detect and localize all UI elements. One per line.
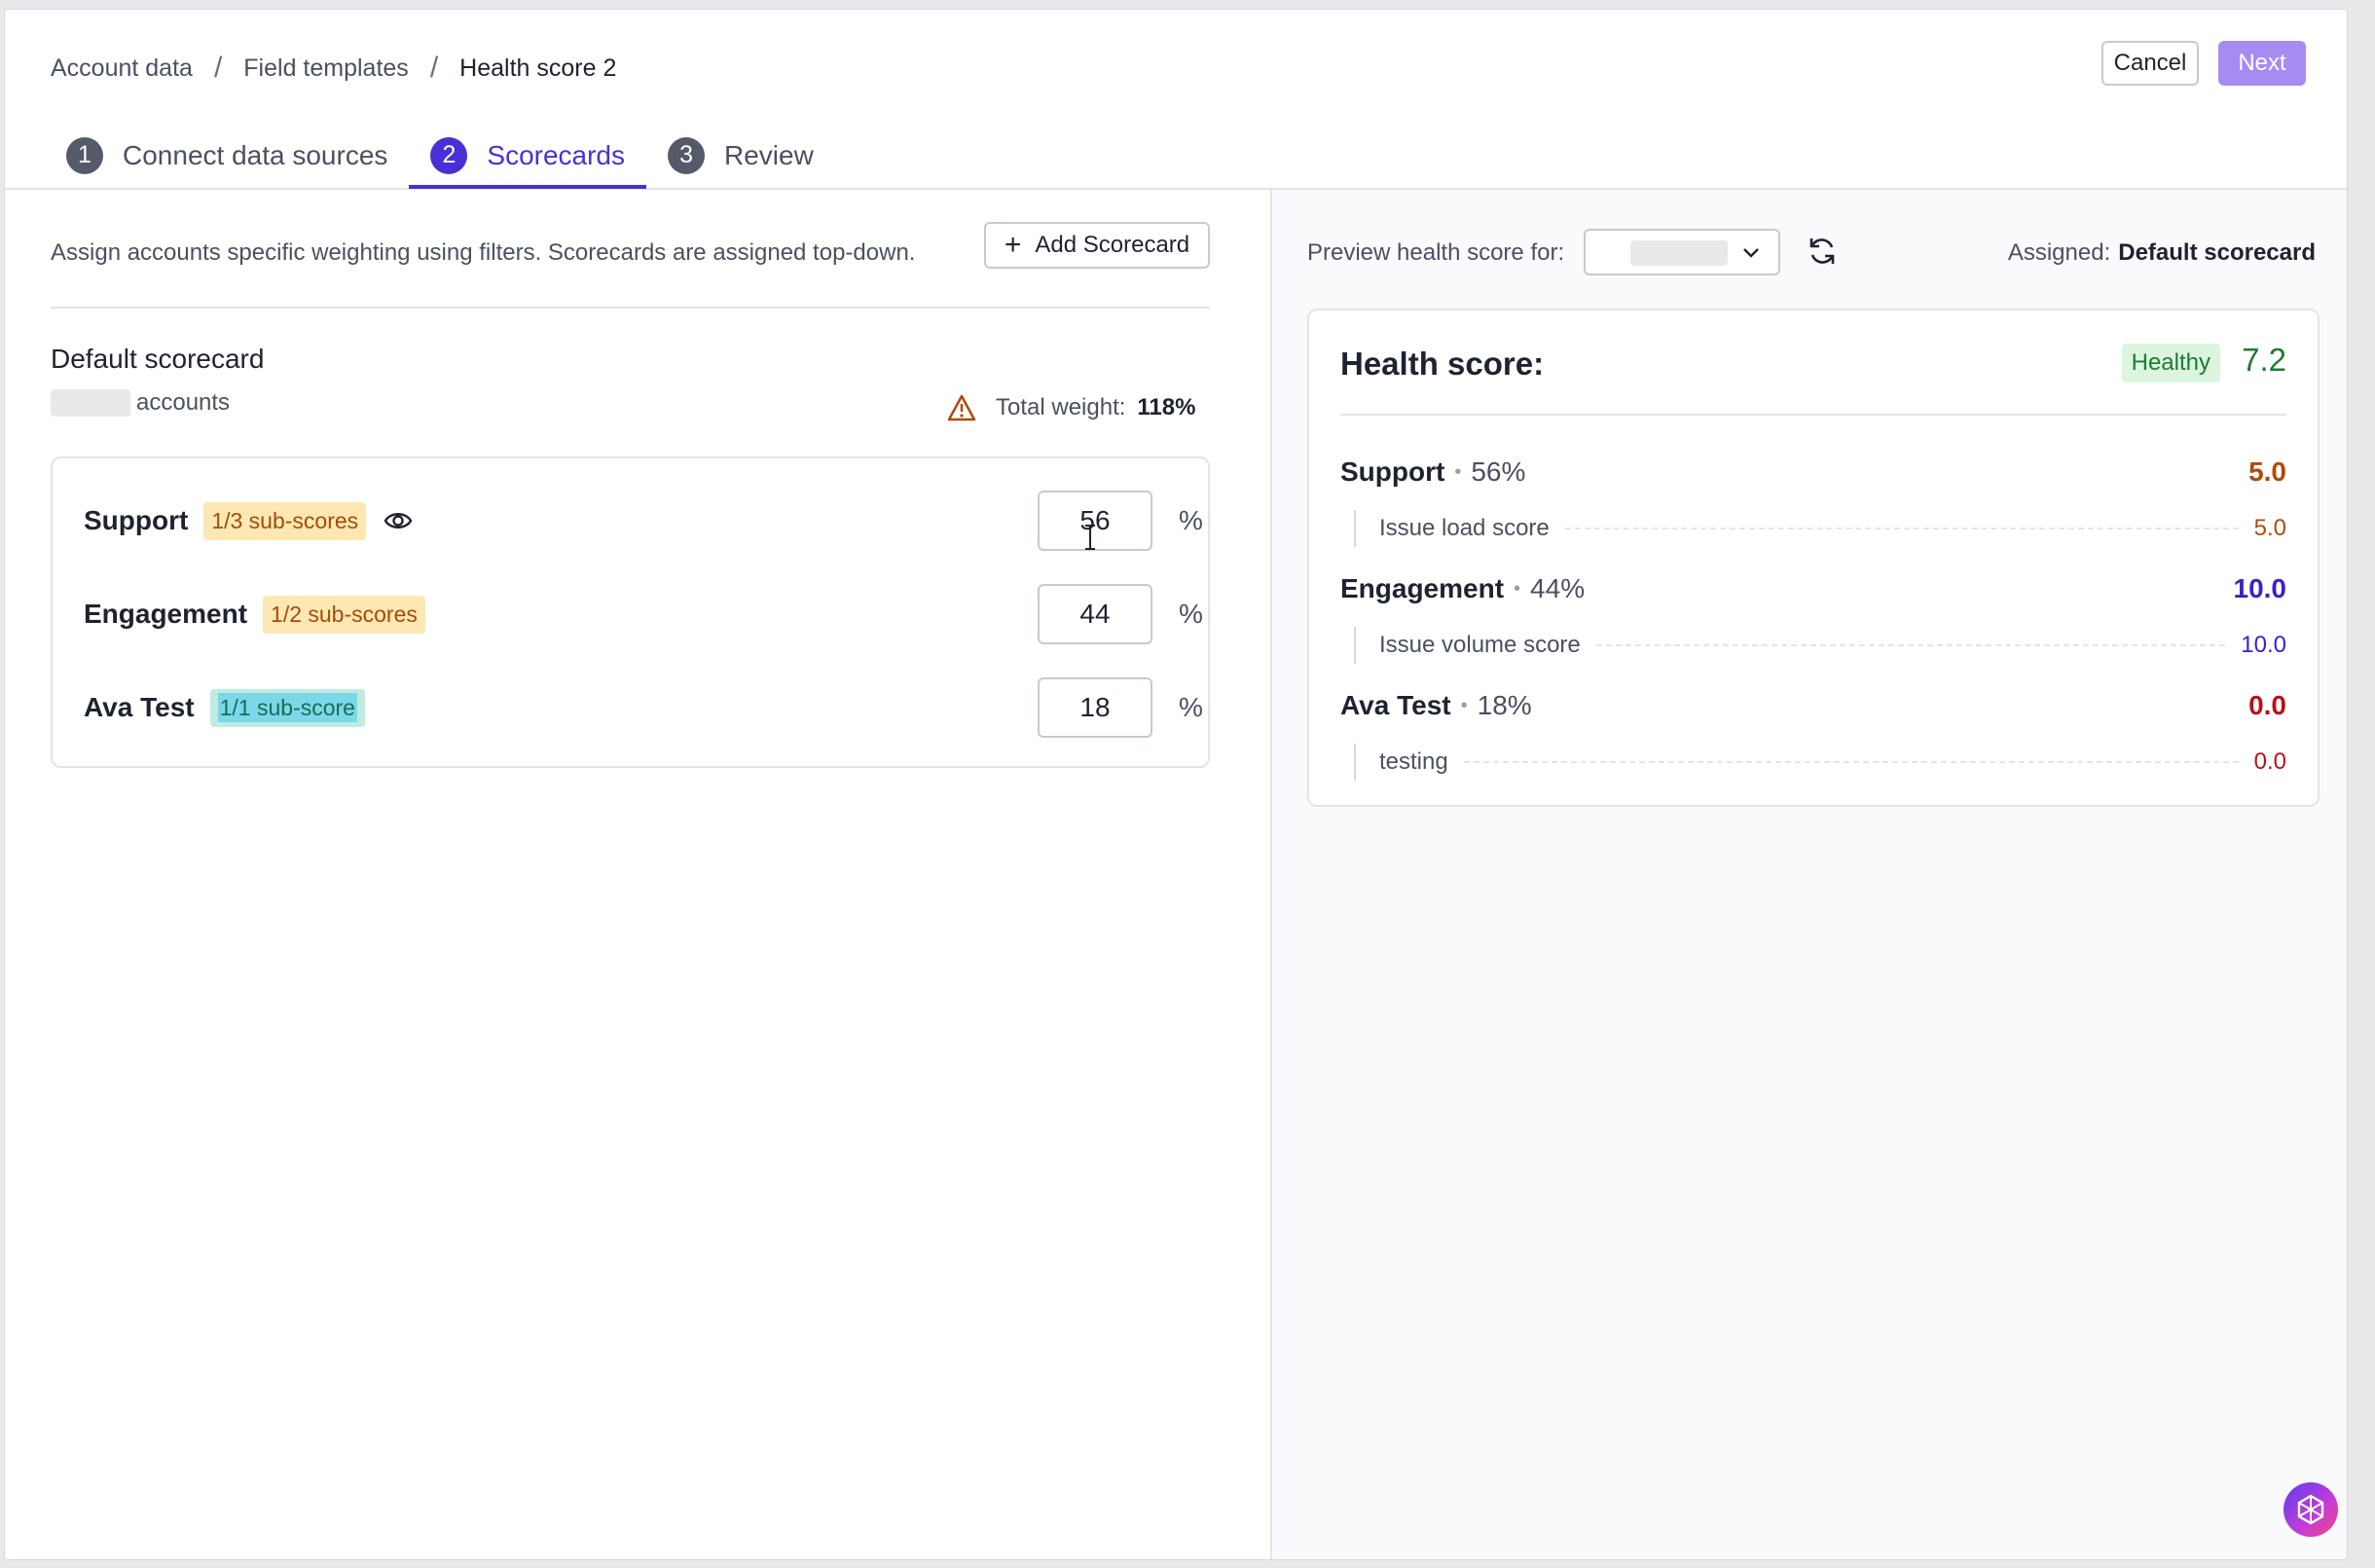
category-weight: 56% (1471, 456, 1526, 487)
sub-score-value: 10.0 (2241, 632, 2286, 658)
app-window: Account data / Field templates / Health … (4, 9, 2348, 1560)
sub-score-name: Issue volume score (1379, 632, 1581, 658)
category-name: Support (1340, 456, 1445, 487)
percent-sign: % (1179, 505, 1203, 535)
weight-row-support: Support 1/3 sub-scores 56 % (84, 490, 1203, 552)
total-weight-label: Total weight: (996, 394, 1126, 420)
sub-score-row: testing 0.0 (1340, 743, 2286, 782)
breadcrumb-separator: / (429, 52, 439, 84)
add-scorecard-button[interactable]: + Add Scorecard (984, 222, 1210, 269)
indent-bar (1354, 510, 1356, 547)
category-weight: 44% (1530, 573, 1586, 603)
breadcrumb-separator: / (213, 52, 223, 84)
assign-description: Assign accounts specific weighting using… (51, 239, 916, 266)
assigned-label: Assigned: (2007, 239, 2111, 266)
category-score: 5.0 (2248, 456, 2286, 487)
assistant-button[interactable] (2284, 1482, 2338, 1537)
breadcrumb-current: Health score 2 (459, 54, 617, 82)
preview-panel: Preview health score for: Assigned: Defau… (1272, 190, 2347, 1559)
sub-score-value: 5.0 (2253, 515, 2286, 541)
tab-label: Connect data sources (123, 139, 388, 170)
warning-icon (947, 394, 976, 421)
category-name: Ava Test (1340, 690, 1451, 720)
breadcrumb: Account data / Field templates / Health … (51, 52, 616, 85)
divider (1340, 414, 2286, 416)
cancel-button[interactable]: Cancel (2101, 41, 2199, 86)
eye-icon[interactable] (384, 506, 413, 535)
category-row-support: Support • 56% 5.0 (1340, 453, 2286, 492)
weight-row-engagement: Engagement 1/2 sub-scores 44 % (84, 583, 1203, 645)
step-tabs: 1 Connect data sources 2 Scorecards 3 Re… (44, 125, 835, 189)
total-weight: Total weight: 118% (947, 394, 1195, 421)
category-row-ava-test: Ava Test • 18% 0.0 (1340, 686, 2286, 725)
breadcrumb-field-templates[interactable]: Field templates (243, 55, 409, 83)
breadcrumb-account-data[interactable]: Account data (51, 55, 193, 83)
scorecard-accounts: accounts (51, 389, 230, 417)
dot-separator: • (1514, 577, 1521, 600)
percent-sign: % (1179, 599, 1203, 629)
tab-label: Review (724, 139, 814, 170)
tab-scorecards[interactable]: 2 Scorecards (409, 125, 646, 189)
dashed-leader (1595, 644, 2226, 646)
category-weight: 18% (1477, 690, 1532, 720)
weights-card: Support 1/3 sub-scores 56 % Engagement 1… (51, 456, 1210, 768)
assigned-scorecard: Assigned: Default scorecard (2008, 239, 2316, 267)
dashed-leader (1463, 761, 2239, 763)
category-row-engagement: Engagement • 44% 10.0 (1340, 569, 2286, 608)
redacted-count (51, 389, 130, 417)
scorecard-title: Default scorecard (51, 344, 265, 374)
dashed-leader (1564, 528, 2239, 529)
sub-score-row: Issue load score 5.0 (1340, 509, 2286, 548)
plus-icon: + (1004, 229, 1022, 261)
refresh-icon[interactable] (1806, 235, 1839, 268)
step-number: 2 (430, 136, 468, 174)
account-select[interactable] (1584, 229, 1780, 275)
dot-separator: • (1460, 694, 1468, 716)
step-number: 1 (66, 136, 103, 174)
sub-score-row: Issue volume score 10.0 (1340, 626, 2286, 665)
tab-connect-data-sources[interactable]: 1 Connect data sources (44, 125, 409, 186)
chevron-down-icon (1743, 248, 1759, 258)
sub-score-name: testing (1379, 748, 1448, 775)
sub-score-name: Issue load score (1379, 515, 1550, 541)
category-name: Ava Test (84, 692, 195, 722)
health-score-title: Health score: (1340, 346, 1545, 382)
accounts-label: accounts (136, 389, 231, 416)
sub-scores-badge[interactable]: 1/3 sub-scores (203, 501, 367, 540)
tab-label: Scorecards (487, 139, 626, 170)
assistant-icon (2297, 1494, 2324, 1525)
total-weight-value: 118% (1137, 394, 1196, 420)
assigned-value: Default scorecard (2118, 239, 2316, 266)
weight-input-engagement[interactable]: 44 (1038, 584, 1152, 644)
page-header: Account data / Field templates / Health … (5, 10, 2347, 190)
category-name: Engagement (1340, 573, 1505, 603)
health-score-value: 7.2 (2242, 342, 2286, 378)
text-cursor-icon (1085, 525, 1095, 550)
redacted-account-name (1630, 240, 1728, 266)
category-name: Support (84, 505, 189, 535)
add-scorecard-label: Add Scorecard (1035, 232, 1190, 258)
weight-input-ava-test[interactable]: 18 (1038, 677, 1152, 738)
category-name: Engagement (84, 599, 248, 629)
preview-label: Preview health score for: (1307, 239, 1565, 266)
dot-separator: • (1454, 460, 1462, 483)
health-score-card: Health score: Healthy 7.2 Support • 56% … (1307, 309, 2320, 807)
next-button[interactable]: Next (2218, 41, 2306, 86)
weight-row-ava-test: Ava Test 1/1 sub-score 18 % (84, 676, 1203, 739)
sub-score-value: 0.0 (2253, 748, 2286, 775)
indent-bar (1354, 627, 1356, 664)
sub-scores-badge[interactable]: 1/1 sub-score (209, 688, 365, 727)
scorecards-panel: Assign accounts specific weighting using… (5, 190, 1270, 1559)
status-badge: Healthy (2121, 344, 2220, 383)
sub-scores-badge[interactable]: 1/2 sub-scores (263, 595, 425, 634)
step-number: 3 (668, 136, 706, 174)
divider (51, 307, 1210, 309)
sub-scores-badge-text: 1/1 sub-score (217, 692, 357, 722)
category-score: 10.0 (2233, 573, 2287, 603)
category-score: 0.0 (2248, 690, 2286, 720)
indent-bar (1354, 744, 1356, 781)
tab-review[interactable]: 3 Review (646, 125, 835, 186)
percent-sign: % (1179, 692, 1203, 722)
